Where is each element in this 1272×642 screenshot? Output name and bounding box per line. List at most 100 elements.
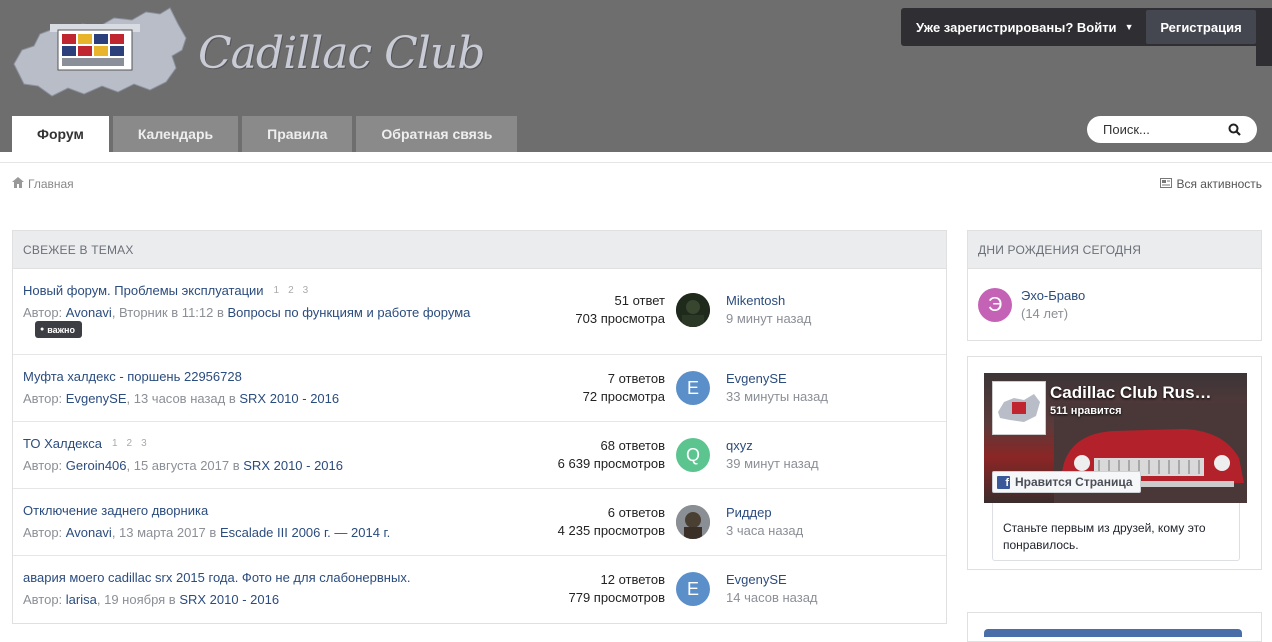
- birthday-item: Э Эхо-Браво (14 лет): [968, 269, 1261, 341]
- author-prefix: Автор:: [23, 525, 63, 540]
- last-post-time: 33 минуты назад: [726, 389, 828, 404]
- facebook-friends-text: Станьте первым из друзей, кому это понра…: [992, 503, 1240, 561]
- replies-count: 7 ответов: [607, 371, 665, 386]
- last-post-time: 3 часа назад: [726, 523, 804, 538]
- topic-pagination: 1 2 3: [274, 285, 309, 296]
- last-poster-link[interactable]: EvgenySE: [726, 370, 828, 388]
- page-link[interactable]: 2: [288, 285, 294, 296]
- register-button[interactable]: Регистрация: [1146, 10, 1256, 44]
- page-link[interactable]: 1: [274, 285, 280, 296]
- user-bar: Уже зарегистрированы? Войти ▼ Регистраци…: [901, 8, 1271, 46]
- last-poster-link[interactable]: Риддер: [726, 504, 803, 522]
- author-link[interactable]: Avonavi: [66, 525, 112, 540]
- tab-feedback[interactable]: Обратная связь: [356, 116, 518, 152]
- topic-row: Муфта халдекс - поршень 22956728 Автор: …: [13, 355, 946, 422]
- views-count: 703 просмотра: [575, 311, 665, 326]
- like-button-label: Нравится Страница: [1015, 475, 1133, 489]
- forum-link[interactable]: SRX 2010 - 2016: [243, 458, 343, 473]
- facebook-page-name[interactable]: Cadillac Club Rus…: [1050, 383, 1212, 403]
- avatar[interactable]: Q: [676, 438, 710, 472]
- sidebar-panel-button-partial[interactable]: [984, 629, 1242, 637]
- avatar[interactable]: [676, 293, 710, 327]
- last-poster-link[interactable]: Mikentosh: [726, 292, 811, 310]
- birthdays-header: ДНИ РОЖДЕНИЯ СЕГОДНЯ: [968, 231, 1261, 269]
- topic-title-link[interactable]: Отключение заднего дворника: [23, 503, 208, 518]
- replies-count: 6 ответов: [607, 505, 665, 520]
- chevron-down-icon: ▼: [1124, 22, 1134, 32]
- avatar[interactable]: Э: [978, 288, 1012, 322]
- replies-count: 68 ответов: [600, 438, 665, 453]
- facebook-icon: f: [997, 475, 1010, 489]
- topic-title-link[interactable]: ТО Халдекса: [23, 436, 102, 451]
- topic-row: авария моего cadillac srx 2015 года. Фот…: [13, 556, 946, 623]
- badge-label: важно: [47, 324, 75, 335]
- topic-meta: Автор: larisa, 19 ноября в SRX 2010 - 20…: [23, 592, 279, 607]
- topic-title-link[interactable]: авария моего cadillac srx 2015 года. Фот…: [23, 570, 410, 585]
- author-link[interactable]: Geroin406: [66, 458, 127, 473]
- author-link[interactable]: larisa: [66, 592, 97, 607]
- last-post-time: 14 часов назад: [726, 590, 818, 605]
- site-logo[interactable]: Cadillac Club: [10, 6, 490, 102]
- avatar[interactable]: E: [676, 371, 710, 405]
- site-header: Cadillac Club Уже зарегистрированы? Войт…: [0, 0, 1272, 152]
- views-count: 72 просмотра: [582, 389, 665, 404]
- forum-link[interactable]: SRX 2010 - 2016: [179, 592, 279, 607]
- topic-title-link[interactable]: Муфта халдекс - поршень 22956728: [23, 369, 242, 384]
- author-prefix: Автор:: [23, 458, 63, 473]
- replies-count: 12 ответов: [600, 572, 665, 587]
- facebook-like-button[interactable]: f Нравится Страница: [992, 471, 1141, 493]
- topic-meta: Автор: Geroin406, 15 августа 2017 в SRX …: [23, 458, 343, 473]
- birthday-age: (14 лет): [1021, 306, 1069, 321]
- last-post-time: 39 минут назад: [726, 456, 819, 471]
- page-link[interactable]: 2: [127, 438, 133, 449]
- sidebar-panel-partial: [967, 612, 1262, 642]
- tab-rules[interactable]: Правила: [242, 116, 353, 152]
- forum-link[interactable]: SRX 2010 - 2016: [239, 391, 339, 406]
- topic-stats: 51 ответ 703 просмотра: [575, 292, 665, 328]
- forum-link[interactable]: Вопросы по функциям и работе форума: [228, 305, 471, 320]
- topic-row: Отключение заднего дворника Автор: Avona…: [13, 489, 946, 556]
- breadcrumb: Главная: [12, 177, 74, 191]
- author-prefix: Автор:: [23, 592, 63, 607]
- search-input[interactable]: Поиск...: [1087, 116, 1257, 143]
- last-poster-link[interactable]: EvgenySE: [726, 571, 818, 589]
- topic-pagination: 1 2 3: [112, 438, 147, 449]
- page-link[interactable]: 1: [112, 438, 118, 449]
- russia-map-emblem: [13, 7, 187, 97]
- search-icon[interactable]: [1221, 123, 1247, 136]
- author-link[interactable]: EvgenySE: [66, 391, 127, 406]
- login-dropdown-button[interactable]: Уже зарегистрированы? Войти ▼: [901, 8, 1141, 46]
- logo-wordmark: Cadillac Club: [198, 28, 485, 79]
- page-link[interactable]: 3: [141, 438, 147, 449]
- facebook-page-widget[interactable]: Cadillac Club Rus… 511 нравится f Нравит…: [984, 373, 1247, 503]
- last-poster: EvgenySE 14 часов назад: [726, 571, 818, 607]
- page-link[interactable]: 3: [303, 285, 309, 296]
- avatar[interactable]: [676, 505, 710, 539]
- login-label: Уже зарегистрированы? Войти: [916, 19, 1117, 35]
- avatar[interactable]: E: [676, 572, 710, 606]
- birthday-user-link[interactable]: Эхо-Браво: [1021, 288, 1085, 303]
- topic-date: , Вторник в 11:12 в: [111, 305, 224, 320]
- important-badge: ● важно: [35, 321, 82, 338]
- views-count: 6 639 просмотров: [557, 456, 665, 471]
- forum-link[interactable]: Escalade III 2006 г. — 2014 г.: [220, 525, 390, 540]
- tab-forum[interactable]: Форум: [12, 116, 109, 152]
- last-poster: qxyz 39 минут назад: [726, 437, 819, 473]
- tab-calendar[interactable]: Календарь: [112, 116, 239, 152]
- home-icon: [12, 177, 24, 191]
- author-link[interactable]: Avonavi: [66, 305, 112, 320]
- last-poster: EvgenySE 33 минуты назад: [726, 370, 828, 406]
- facebook-likes-count: 511 нравится: [1050, 405, 1122, 417]
- topic-stats: 7 ответов 72 просмотра: [583, 370, 665, 406]
- page-logo-thumbnail: [992, 381, 1046, 435]
- views-count: 779 просмотров: [568, 590, 665, 605]
- breadcrumb-home-link[interactable]: Главная: [28, 177, 74, 191]
- search-placeholder: Поиск...: [1103, 122, 1150, 137]
- topic-meta: Автор: EvgenySE, 13 часов назад в SRX 20…: [23, 391, 339, 406]
- last-post-time: 9 минут назад: [726, 311, 812, 326]
- last-poster-link[interactable]: qxyz: [726, 437, 819, 455]
- author-prefix: Автор:: [23, 305, 63, 320]
- topic-stats: 12 ответов 779 просмотров: [568, 571, 665, 607]
- topic-title-link[interactable]: Новый форум. Проблемы эксплуатации: [23, 283, 264, 298]
- all-activity-link[interactable]: Вся активность: [1160, 177, 1262, 191]
